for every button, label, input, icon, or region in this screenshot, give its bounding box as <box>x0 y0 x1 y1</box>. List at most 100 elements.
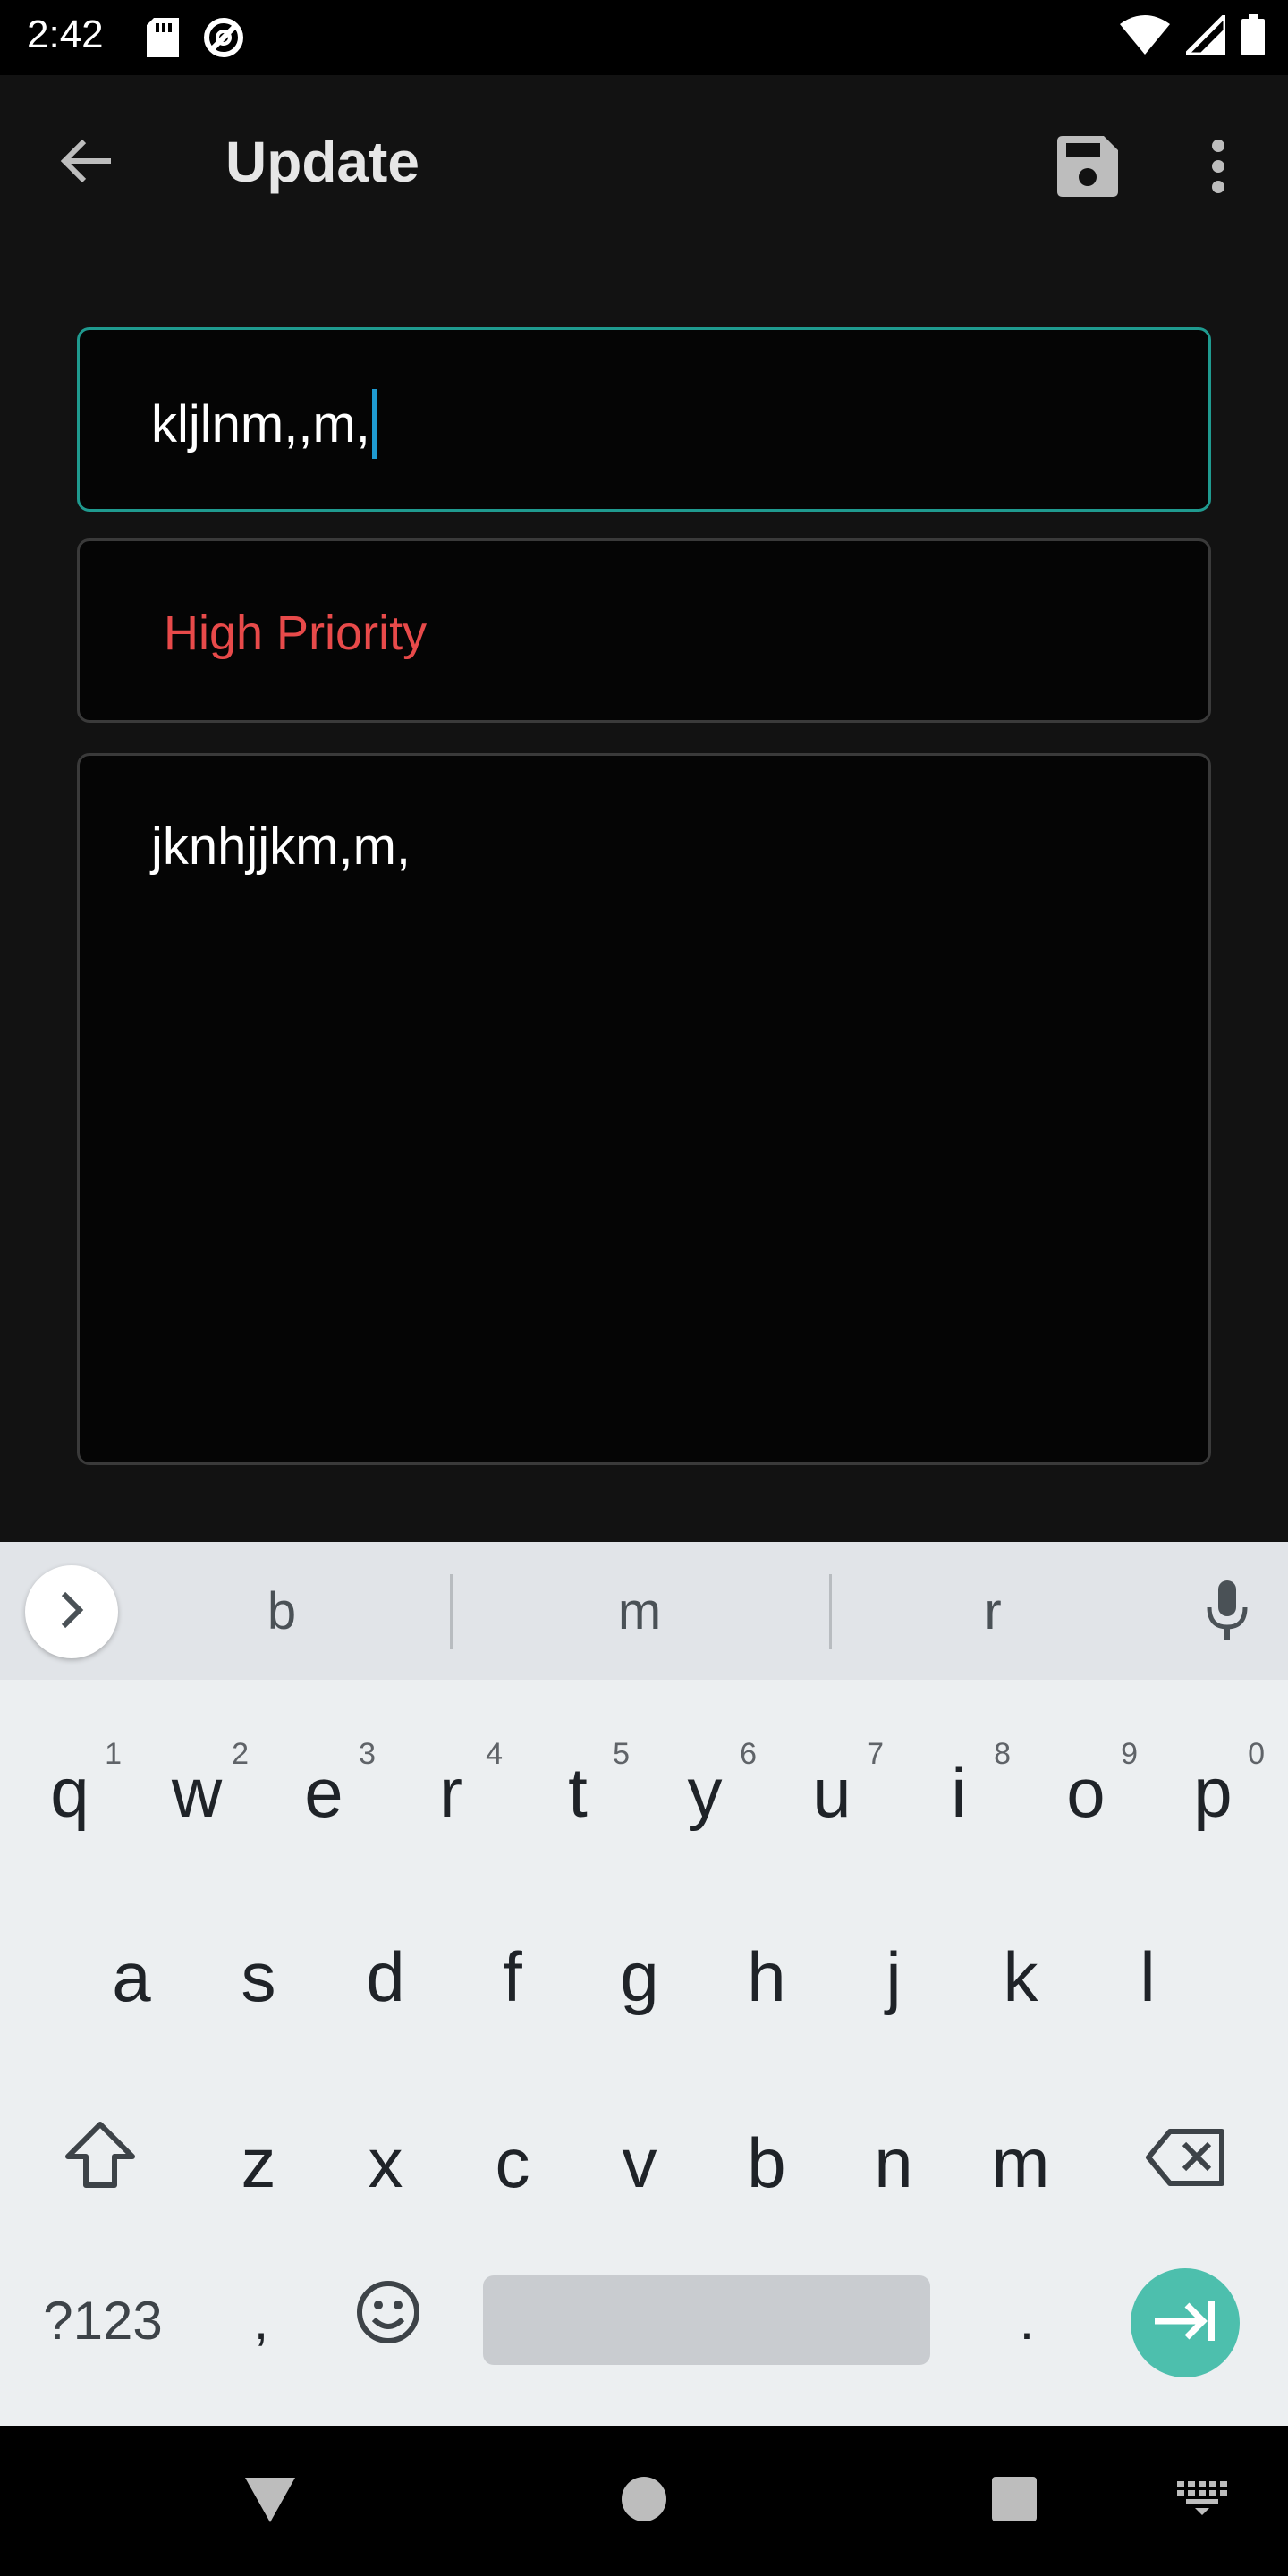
key-label: y <box>687 1752 723 1832</box>
page-title: Update <box>225 130 419 194</box>
keyboard-switch-icon <box>1177 2480 1227 2521</box>
wifi-icon <box>1120 15 1170 59</box>
recents-square-icon <box>990 2475 1038 2528</box>
next-field-key[interactable] <box>1131 2268 1240 2377</box>
mic-icon <box>1206 1580 1249 1644</box>
space-key[interactable] <box>483 2275 930 2365</box>
symbols-key[interactable]: ?123 <box>27 2275 179 2365</box>
key-r[interactable]: r4 <box>388 1712 513 1873</box>
comma-key[interactable]: , <box>199 2240 324 2401</box>
suggestion-2[interactable]: m <box>550 1581 729 1641</box>
key-c[interactable]: c <box>450 2082 575 2243</box>
status-right-icons <box>1120 9 1265 60</box>
key-hint: 8 <box>994 1737 1011 1771</box>
key-label: q <box>50 1752 89 1832</box>
back-button[interactable] <box>45 122 127 204</box>
key-j[interactable]: j <box>831 1896 956 2057</box>
navigation-bar <box>0 2426 1288 2576</box>
status-bar: 2:42 <box>0 0 1288 75</box>
priority-dropdown[interactable]: High Priority <box>77 538 1211 723</box>
priority-value: High Priority <box>164 606 428 660</box>
key-w[interactable]: w2 <box>134 1712 259 1873</box>
key-z[interactable]: z <box>196 2082 321 2243</box>
key-e[interactable]: e3 <box>261 1712 386 1873</box>
key-hint: 5 <box>613 1737 630 1771</box>
save-icon <box>1057 135 1118 201</box>
suggestion-divider <box>829 1574 832 1649</box>
suggestion-3[interactable]: r <box>903 1581 1082 1641</box>
key-d[interactable]: d <box>323 1896 448 2057</box>
suggestion-divider <box>450 1574 453 1649</box>
suggestion-bar: b m r <box>0 1542 1288 1680</box>
signal-icon <box>1180 9 1228 59</box>
key-label: e <box>304 1752 343 1832</box>
key-hint: 4 <box>486 1737 503 1771</box>
key-label: w <box>171 1752 223 1832</box>
key-k[interactable]: k <box>958 1896 1083 2057</box>
key-label: t <box>568 1752 588 1832</box>
key-label: u <box>812 1752 852 1832</box>
key-b[interactable]: b <box>704 2082 829 2243</box>
back-arrow-icon <box>59 138 113 189</box>
key-n[interactable]: n <box>831 2082 956 2243</box>
data-saver-icon <box>202 16 245 64</box>
shift-arrow-icon <box>64 2121 136 2206</box>
key-u[interactable]: u7 <box>769 1712 894 1873</box>
back-triangle-icon <box>242 2474 299 2529</box>
more-options-button[interactable] <box>1181 125 1256 211</box>
expand-toolbar-button[interactable] <box>25 1565 118 1658</box>
title-field[interactable]: kljlnm,,m, <box>77 327 1211 512</box>
tab-arrow-icon <box>1153 2300 1217 2347</box>
home-circle-icon <box>620 2475 668 2528</box>
key-q[interactable]: q1 <box>7 1712 132 1873</box>
key-hint: 2 <box>232 1737 249 1771</box>
text-cursor <box>371 389 377 459</box>
title-text-wrap: kljlnm,,m, <box>151 389 377 459</box>
key-y[interactable]: y6 <box>642 1712 767 1873</box>
app-bar: Update <box>0 75 1288 250</box>
more-vert-icon <box>1211 139 1225 198</box>
key-hint: 3 <box>359 1737 376 1771</box>
key-f[interactable]: f <box>450 1896 575 2057</box>
nav-recents-button[interactable] <box>970 2456 1059 2546</box>
save-button[interactable] <box>1045 125 1131 211</box>
key-h[interactable]: h <box>704 1896 829 2057</box>
key-l[interactable]: l <box>1085 1896 1210 2057</box>
voice-input-button[interactable] <box>1195 1574 1259 1649</box>
emoji-key[interactable] <box>326 2240 451 2401</box>
suggestion-1[interactable]: b <box>192 1581 371 1641</box>
key-hint: 6 <box>740 1737 757 1771</box>
key-hint: 0 <box>1248 1737 1265 1771</box>
key-i[interactable]: i8 <box>896 1712 1021 1873</box>
key-x[interactable]: x <box>323 2082 448 2243</box>
key-label: r <box>439 1752 462 1832</box>
key-p[interactable]: p0 <box>1150 1712 1275 1873</box>
backspace-key[interactable] <box>1123 2082 1249 2243</box>
battery-icon <box>1241 14 1265 60</box>
period-key[interactable]: . <box>964 2240 1089 2401</box>
key-label: p <box>1193 1752 1233 1832</box>
chevron-right-icon <box>58 1590 85 1634</box>
backspace-icon <box>1145 2123 1227 2204</box>
soft-keyboard: b m r q1 w2 e3 r4 t5 y6 u7 i8 o9 p0 a s … <box>0 1542 1288 2426</box>
emoji-icon <box>356 2280 420 2361</box>
key-m[interactable]: m <box>958 2082 1083 2243</box>
keyboard-switch-button[interactable] <box>1157 2456 1247 2546</box>
key-a[interactable]: a <box>69 1896 194 2057</box>
key-label: o <box>1066 1752 1106 1832</box>
key-hint: 1 <box>105 1737 122 1771</box>
description-field[interactable]: jknhjjkm,m, <box>77 753 1211 1465</box>
status-left-icons <box>147 16 245 64</box>
sd-card-icon <box>147 18 179 62</box>
key-g[interactable]: g <box>577 1896 702 2057</box>
nav-home-button[interactable] <box>599 2456 689 2546</box>
nav-back-button[interactable] <box>225 2456 315 2546</box>
shift-key[interactable] <box>38 2082 163 2243</box>
key-s[interactable]: s <box>196 1896 321 2057</box>
title-value: kljlnm,,m, <box>151 394 370 453</box>
key-hint: 7 <box>867 1737 884 1771</box>
key-t[interactable]: t5 <box>515 1712 640 1873</box>
key-hint: 9 <box>1121 1737 1138 1771</box>
key-o[interactable]: o9 <box>1023 1712 1148 1873</box>
key-v[interactable]: v <box>577 2082 702 2243</box>
